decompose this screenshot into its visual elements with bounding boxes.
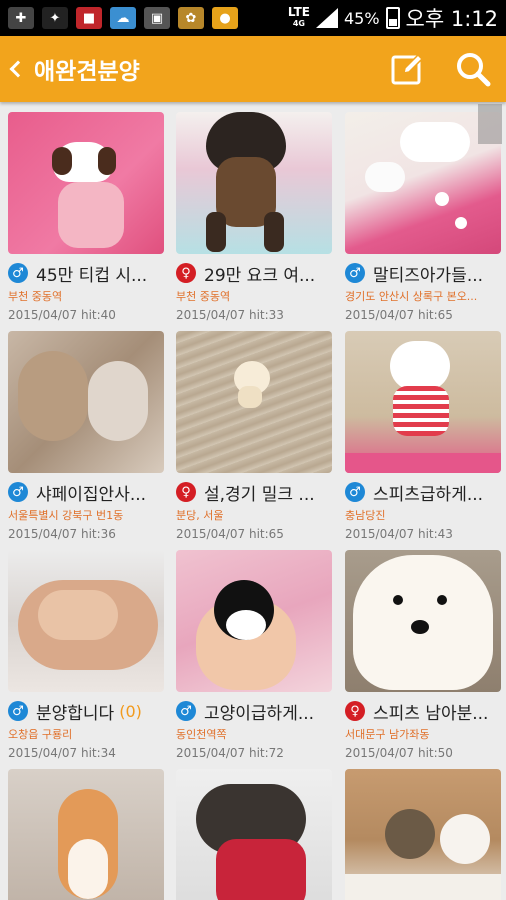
post-card[interactable]: ♀ 29만 요크 여... 부천 중동역 2015/04/07 hit:33	[176, 112, 332, 322]
battery-percent: 45%	[343, 8, 380, 28]
post-location: 부천 중동역	[8, 290, 63, 303]
post-card[interactable]	[345, 769, 501, 900]
post-thumbnail[interactable]	[8, 331, 164, 473]
post-location: 경기도 안산시 상록구 본오...	[345, 290, 478, 303]
male-icon: ♂	[345, 482, 365, 502]
post-thumbnail[interactable]	[8, 112, 164, 254]
post-title: 고양이급하게...	[204, 703, 315, 724]
usb-icon: ✚	[8, 7, 34, 29]
post-thumbnail[interactable]	[8, 550, 164, 692]
post-location: 부천 중동역	[176, 290, 231, 303]
cloud-icon: ☁	[110, 7, 136, 29]
post-meta: 2015/04/07 hit:43	[345, 527, 453, 541]
male-icon: ♂	[8, 263, 28, 283]
post-location: 분당, 서울	[176, 509, 224, 522]
post-meta: 2015/04/07 hit:50	[345, 746, 453, 760]
post-thumbnail[interactable]	[345, 331, 501, 473]
gallery-icon: ▣	[144, 7, 170, 29]
post-meta: 2015/04/07 hit:72	[176, 746, 284, 760]
post-title: 샤페이집안사...	[36, 484, 147, 505]
post-location: 서대문구 남가좌동	[345, 728, 430, 741]
post-thumbnail[interactable]	[176, 112, 332, 254]
post-title: 말티즈아가들...	[373, 265, 484, 286]
post-card[interactable]	[8, 769, 164, 900]
post-grid[interactable]: ♂ 45만 티컵 시... 부천 중동역 2015/04/07 hit:40 ♀…	[0, 102, 506, 900]
post-title: 분양합니다	[36, 703, 115, 724]
back-button[interactable]	[0, 36, 30, 102]
post-meta: 2015/04/07 hit:65	[176, 527, 284, 541]
write-post-button[interactable]	[374, 36, 440, 102]
post-title: 45만 티컵 시...	[36, 265, 148, 286]
post-card[interactable]: ♂ 스피츠급하게... 충남당진 2015/04/07 hit:43	[345, 331, 501, 541]
post-meta: 2015/04/07 hit:65	[345, 308, 453, 322]
satellite-icon: ✦	[42, 7, 68, 29]
network-indicator: LTE 4G	[287, 5, 310, 28]
post-card[interactable]: ♂ 고양이급하게... 동인천역쪽 2015/04/07 hit:72	[176, 550, 332, 760]
search-button[interactable]	[440, 36, 506, 102]
post-thumbnail[interactable]	[176, 550, 332, 692]
post-thumbnail[interactable]	[345, 769, 501, 900]
post-thumbnail[interactable]	[176, 769, 332, 900]
post-title: 스피츠 남아분...	[373, 703, 489, 724]
post-card[interactable]	[176, 769, 332, 900]
scroll-indicator[interactable]	[478, 104, 502, 144]
battery-icon	[385, 7, 400, 29]
edit-icon	[391, 53, 424, 85]
app-bar: 애완견분양	[0, 36, 506, 102]
post-location: 충남당진	[345, 509, 386, 522]
notification-icons: ✚ ✦ ■ ☁ ▣ ✿ ●	[8, 7, 238, 29]
post-card[interactable]: ♂ 45만 티컵 시... 부천 중동역 2015/04/07 hit:40	[8, 112, 164, 322]
post-thumbnail[interactable]	[176, 331, 332, 473]
post-title: 29만 요크 여...	[204, 265, 316, 286]
post-thumbnail[interactable]	[345, 550, 501, 692]
search-icon	[457, 53, 491, 87]
male-icon: ♂	[8, 482, 28, 502]
male-icon: ♂	[176, 701, 196, 721]
dog-app-icon: ✿	[178, 7, 204, 29]
post-location: 동인천역쪽	[176, 728, 227, 741]
comment-count: (0)	[119, 701, 142, 721]
post-location: 서울특별시 강북구 번1동	[8, 509, 124, 522]
map-pin-icon: ●	[212, 7, 238, 29]
clock: 오후 1:12	[405, 7, 498, 31]
stop-app-icon: ■	[76, 7, 102, 29]
female-icon: ♀	[176, 482, 196, 502]
signal-icon	[315, 8, 338, 28]
status-bar: ✚ ✦ ■ ☁ ▣ ✿ ● LTE 4G 45% 오후 1:12	[0, 0, 506, 36]
post-title: 설,경기 밀크 ...	[204, 484, 315, 505]
post-meta: 2015/04/07 hit:40	[8, 308, 116, 322]
male-icon: ♂	[8, 701, 28, 721]
post-thumbnail[interactable]	[8, 769, 164, 900]
post-title: 스피츠급하게...	[373, 484, 484, 505]
male-icon: ♂	[345, 263, 365, 283]
post-location: 오창읍 구룡리	[8, 728, 73, 741]
post-card[interactable]: ♂ 분양합니다 (0) 오창읍 구룡리 2015/04/07 hit:34	[8, 550, 164, 760]
post-card[interactable]: ♀ 스피츠 남아분... 서대문구 남가좌동 2015/04/07 hit:50	[345, 550, 501, 760]
chevron-left-icon	[9, 60, 27, 78]
post-meta: 2015/04/07 hit:34	[8, 746, 116, 760]
post-meta: 2015/04/07 hit:36	[8, 527, 116, 541]
post-meta: 2015/04/07 hit:33	[176, 308, 284, 322]
post-card[interactable]: ♀ 설,경기 밀크 ... 분당, 서울 2015/04/07 hit:65	[176, 331, 332, 541]
post-card[interactable]: ♂ 샤페이집안사... 서울특별시 강북구 번1동 2015/04/07 hit…	[8, 331, 164, 541]
page-title: 애완견분양	[34, 59, 140, 85]
female-icon: ♀	[345, 701, 365, 721]
female-icon: ♀	[176, 263, 196, 283]
